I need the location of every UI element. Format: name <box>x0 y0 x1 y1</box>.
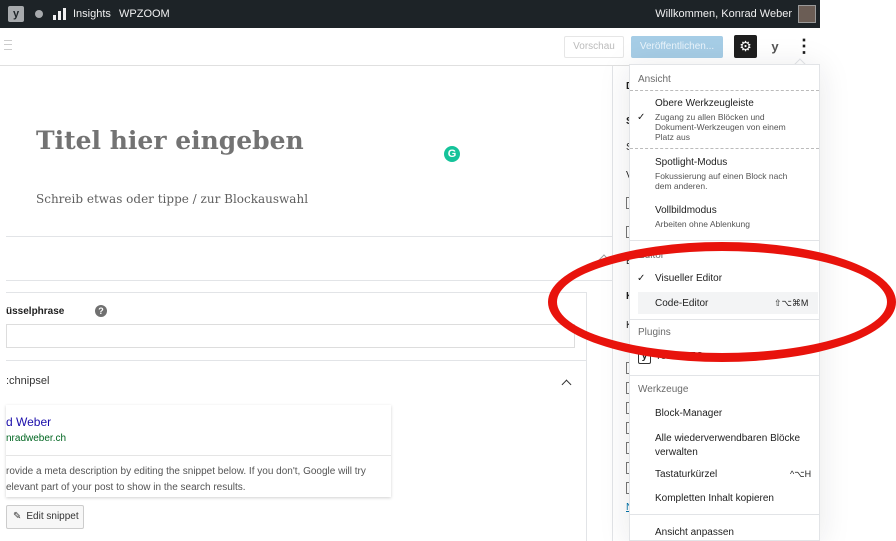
settings-button[interactable]: ⚙ <box>734 35 757 58</box>
shortcut-label: ^⌥H <box>790 469 812 479</box>
menu-item-fullscreen[interactable]: Vollbildmodus <box>655 205 717 216</box>
pencil-icon: ✎ <box>13 511 22 522</box>
divider <box>6 360 587 361</box>
menu-item-top-toolbar[interactable]: Obere Werkzeugleiste <box>655 98 754 109</box>
wp-admin-bar: y Insights WPZOOM Willkommen, Konrad Web… <box>0 0 820 28</box>
menu-item-keyboard-shortcuts[interactable]: Tastaturkürzel <box>655 469 717 480</box>
preview-button[interactable]: Vorschau <box>564 36 624 58</box>
menu-item-help: Arbeiten ohne Ablenkung <box>655 219 750 229</box>
menu-item-help: Zugang zu allen Blöcken und Dokument-Wer… <box>655 112 786 142</box>
post-title-input[interactable]: Titel hier eingeben <box>36 126 304 155</box>
menu-group-tools: Werkzeuge <box>638 384 689 395</box>
focus-keyphrase-input[interactable] <box>6 324 575 348</box>
menu-icon[interactable] <box>4 40 12 50</box>
edit-snippet-button[interactable]: ✎ Edit snippet <box>6 505 84 529</box>
admin-bar-site-link[interactable]: WPZOOM <box>119 0 170 28</box>
divider <box>6 280 612 281</box>
yoast-admin-icon[interactable]: y <box>8 6 24 22</box>
check-icon: ✓ <box>637 112 646 123</box>
divider <box>630 240 819 241</box>
avatar[interactable] <box>798 5 816 23</box>
publish-button[interactable]: Veröffentlichen... <box>631 36 723 58</box>
divider <box>6 236 612 237</box>
admin-bar-insights-link[interactable]: Insights <box>73 0 111 28</box>
divider <box>6 455 391 456</box>
status-dot-icon[interactable] <box>35 10 43 18</box>
menu-item-spotlight[interactable]: Spotlight-Modus <box>655 157 727 168</box>
menu-item-copy-content[interactable]: Kompletten Inhalt kopieren <box>655 493 774 504</box>
menu-item-customize-view[interactable]: Ansicht anpassen <box>655 527 734 538</box>
serp-title: d Weber <box>6 415 52 429</box>
more-menu-button[interactable]: ⋮ <box>795 33 813 59</box>
menu-item-block-manager[interactable]: Block-Manager <box>655 408 722 419</box>
focus-keyphrase-label: üsselphrase <box>6 306 65 317</box>
block-appender[interactable]: Schreib etwas oder tippe / zur Blockausw… <box>36 192 308 206</box>
yoast-sidebar-button[interactable]: y <box>766 35 784 58</box>
admin-bar-greeting[interactable]: Willkommen, Konrad Weber <box>655 0 792 28</box>
divider <box>630 90 819 91</box>
grammarly-icon[interactable]: G <box>444 146 460 162</box>
menu-group-view: Ansicht <box>638 74 671 85</box>
edit-snippet-label: Edit snippet <box>26 511 79 522</box>
red-annotation-ellipse <box>548 242 896 362</box>
divider <box>630 148 819 149</box>
menu-item-help: Fokussierung auf einen Block nach dem an… <box>655 171 788 191</box>
gear-icon: ⚙ <box>739 38 752 54</box>
serp-description: rovide a meta description by editing the… <box>6 466 366 493</box>
menu-item-reusable-blocks[interactable]: Alle wiederverwendbaren Blöcke verwalten <box>655 432 805 460</box>
screen: { "admin_bar": { "insights_label": "Insi… <box>0 0 896 541</box>
divider <box>630 514 819 515</box>
insights-bars-icon[interactable] <box>53 8 67 20</box>
serp-url: nradweber.ch <box>6 433 67 444</box>
snippet-section-toggle[interactable]: :chnipsel <box>6 375 49 387</box>
divider <box>630 375 819 376</box>
editor-header: Vorschau Veröffentlichen... ⚙ y ⋮ <box>0 28 820 66</box>
help-icon[interactable]: ? <box>95 305 107 317</box>
